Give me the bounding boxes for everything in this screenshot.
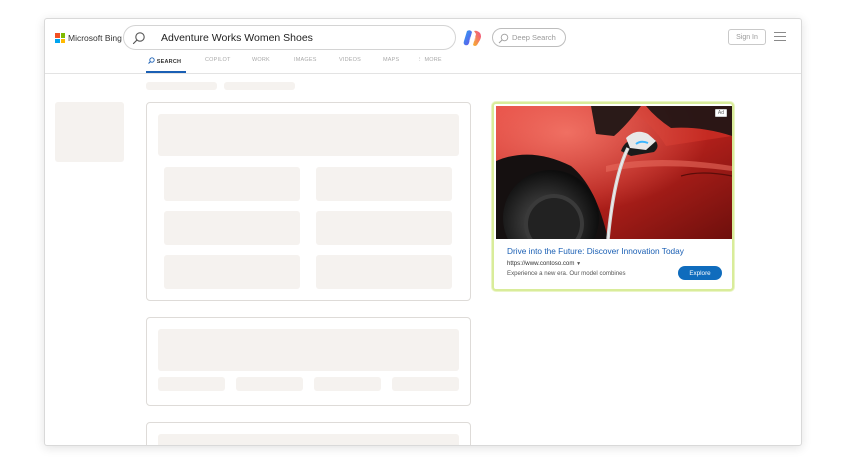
search-box[interactable]: Adventure Works Women Shoes: [123, 25, 456, 50]
more-dots-icon: ⋮: [417, 57, 423, 63]
left-rail-placeholder: [55, 102, 124, 162]
copilot-icon[interactable]: [463, 28, 483, 48]
header-divider: [45, 73, 801, 74]
ad-url-text: https://www.contoso.com: [507, 260, 575, 267]
tab-images[interactable]: IMAGES: [294, 57, 317, 63]
tab-more[interactable]: ⋮ MORE: [417, 57, 442, 63]
ad-description: Experience a new era. Our model combines: [507, 270, 626, 277]
result-chip-placeholder: [392, 377, 459, 391]
result-heading-placeholder: [158, 329, 459, 371]
tab-work[interactable]: WORK: [252, 57, 270, 63]
result-count-placeholder: [146, 82, 217, 90]
result-chip-placeholder: [314, 377, 381, 391]
explore-button[interactable]: Explore: [678, 266, 722, 280]
logo-text: Microsoft Bing: [68, 33, 122, 43]
result-tile-placeholder: [316, 167, 452, 201]
result-tile-placeholder: [316, 211, 452, 245]
result-chip-placeholder: [158, 377, 225, 391]
deep-search-button[interactable]: Deep Search: [492, 28, 566, 47]
result-tile-placeholder: [164, 167, 300, 201]
result-heading-placeholder: [158, 114, 459, 156]
tab-search-label: SEARCH: [156, 59, 182, 65]
tab-copilot[interactable]: COPILOT: [205, 57, 231, 63]
tab-search-icon: [148, 57, 155, 64]
ad-url[interactable]: https://www.contoso.com ▼: [507, 260, 581, 267]
result-tile-placeholder: [316, 255, 452, 289]
ad-card[interactable]: Ad Drive into the Future: Discover Innov…: [492, 102, 734, 291]
filter-placeholder: [224, 82, 295, 90]
ad-title-link[interactable]: Drive into the Future: Discover Innovati…: [507, 246, 684, 256]
result-tile-placeholder: [164, 255, 300, 289]
tab-search[interactable]: SEARCH: [148, 57, 181, 65]
menu-icon[interactable]: [774, 32, 786, 42]
stage: Microsoft Bing Adventure Works Women Sho…: [0, 0, 843, 474]
ad-car-image[interactable]: Ad: [496, 106, 732, 239]
result-tile-placeholder: [164, 211, 300, 245]
tab-more-label: MORE: [424, 57, 442, 63]
result-chip-placeholder: [236, 377, 303, 391]
tab-videos[interactable]: VIDEOS: [339, 57, 361, 63]
bing-logo[interactable]: Microsoft Bing: [55, 32, 122, 44]
deep-search-icon: [498, 33, 509, 44]
search-input[interactable]: Adventure Works Women Shoes: [161, 32, 313, 44]
ad-badge: Ad: [714, 109, 727, 117]
deep-search-label: Deep Search: [512, 33, 556, 42]
search-icon[interactable]: [132, 31, 146, 45]
result-heading-placeholder: [158, 434, 459, 445]
tab-maps[interactable]: MAPS: [383, 57, 399, 63]
sign-in-button[interactable]: Sign In: [728, 29, 766, 45]
microsoft-logo-icon: [55, 33, 65, 43]
browser-window: Microsoft Bing Adventure Works Women Sho…: [44, 18, 802, 446]
caret-down-icon[interactable]: ▼: [576, 261, 581, 267]
